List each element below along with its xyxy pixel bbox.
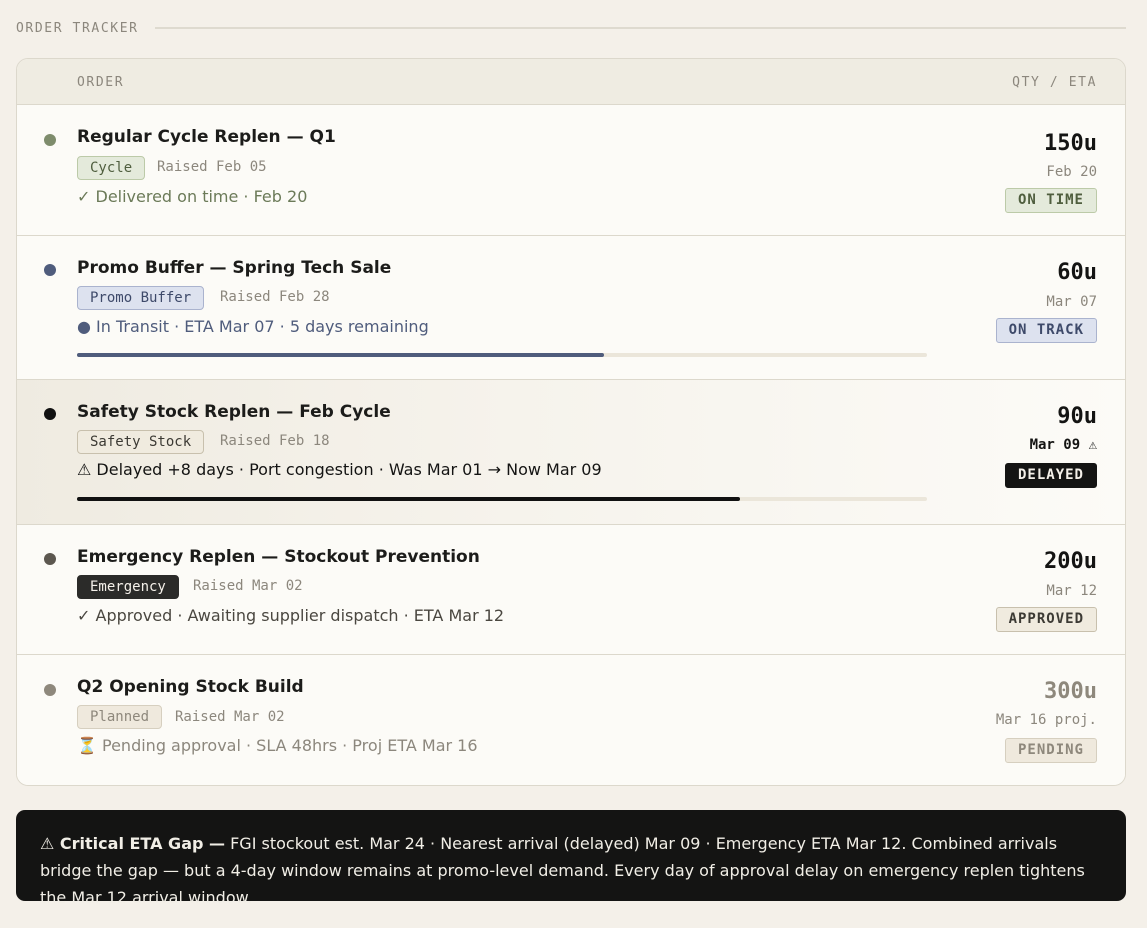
order-status: ⚠ Delayed +8 days · Port congestion · Wa… [77, 460, 602, 479]
order-qty: 60u [1057, 260, 1097, 285]
order-eta: Mar 09 ⚠ [1029, 437, 1097, 453]
status-dot [44, 553, 56, 565]
raised-date: Raised Feb 05 [157, 159, 267, 175]
status-dot [44, 684, 56, 696]
order-tag: Planned [77, 705, 163, 729]
order-qty: 90u [1057, 404, 1097, 429]
status-badge: ON TIME [1004, 188, 1097, 213]
order-qty: 200u [1044, 549, 1097, 574]
table-header: ORDER QTY / ETA [17, 59, 1125, 105]
status-badge: DELAYED [1004, 463, 1097, 488]
order-qty: 300u [1044, 679, 1097, 704]
section-title: ORDER TRACKER [16, 20, 139, 36]
progress-bar [77, 353, 927, 357]
order-row-cycle[interactable]: Regular Cycle Replen — Q1 Cycle Raised F… [17, 105, 1125, 236]
status-badge: APPROVED [995, 607, 1097, 632]
order-eta: Mar 12 [1046, 583, 1097, 599]
order-tag: Cycle [77, 156, 146, 180]
section-divider [154, 27, 1126, 29]
order-tag: Promo Buffer [77, 286, 205, 310]
status-dot [44, 264, 56, 276]
order-status: ✓ Delivered on time · Feb 20 [77, 187, 308, 206]
order-title: Regular Cycle Replen — Q1 [77, 127, 336, 147]
order-status: ⏳ Pending approval · SLA 48hrs · Proj ET… [77, 736, 478, 755]
order-title: Promo Buffer — Spring Tech Sale [77, 258, 392, 278]
status-badge: ON TRACK [995, 318, 1097, 343]
order-eta: Mar 07 [1046, 294, 1097, 310]
status-badge: PENDING [1004, 738, 1097, 763]
status-dot [44, 134, 56, 146]
order-row-planned[interactable]: Q2 Opening Stock Build Planned Raised Ma… [17, 655, 1125, 785]
order-tag: Safety Stock [77, 430, 205, 454]
order-title: Q2 Opening Stock Build [77, 677, 304, 697]
order-row-promo[interactable]: Promo Buffer — Spring Tech Sale Promo Bu… [17, 236, 1125, 380]
progress-bar [77, 497, 927, 501]
order-status: ● In Transit · ETA Mar 07 · 5 days remai… [77, 317, 429, 336]
order-tag: Emergency [77, 575, 179, 599]
status-dot [44, 408, 56, 420]
raised-date: Raised Feb 18 [220, 433, 330, 449]
order-title: Safety Stock Replen — Feb Cycle [77, 402, 391, 422]
order-title: Emergency Replen — Stockout Prevention [77, 547, 480, 567]
column-header-order: ORDER [77, 75, 125, 90]
order-row-safety-stock[interactable]: Safety Stock Replen — Feb Cycle Safety S… [17, 380, 1125, 525]
order-table: ORDER QTY / ETA Regular Cycle Replen — Q… [16, 58, 1126, 786]
raised-date: Raised Mar 02 [175, 709, 285, 725]
raised-date: Raised Mar 02 [193, 578, 303, 594]
critical-alert-banner: ⚠ Critical ETA Gap — FGI stockout est. M… [16, 810, 1126, 907]
order-qty: 150u [1044, 131, 1097, 156]
alert-lead: ⚠ Critical ETA Gap — [40, 834, 226, 853]
order-row-emergency[interactable]: Emergency Replen — Stockout Prevention E… [17, 525, 1125, 655]
order-eta: Feb 20 [1046, 164, 1097, 180]
column-header-qty-eta: QTY / ETA [1012, 75, 1097, 90]
order-eta: Mar 16 proj. [995, 712, 1097, 728]
section-header: ORDER TRACKER [16, 18, 1126, 38]
raised-date: Raised Feb 28 [220, 289, 330, 305]
order-status: ✓ Approved · Awaiting supplier dispatch … [77, 606, 505, 625]
